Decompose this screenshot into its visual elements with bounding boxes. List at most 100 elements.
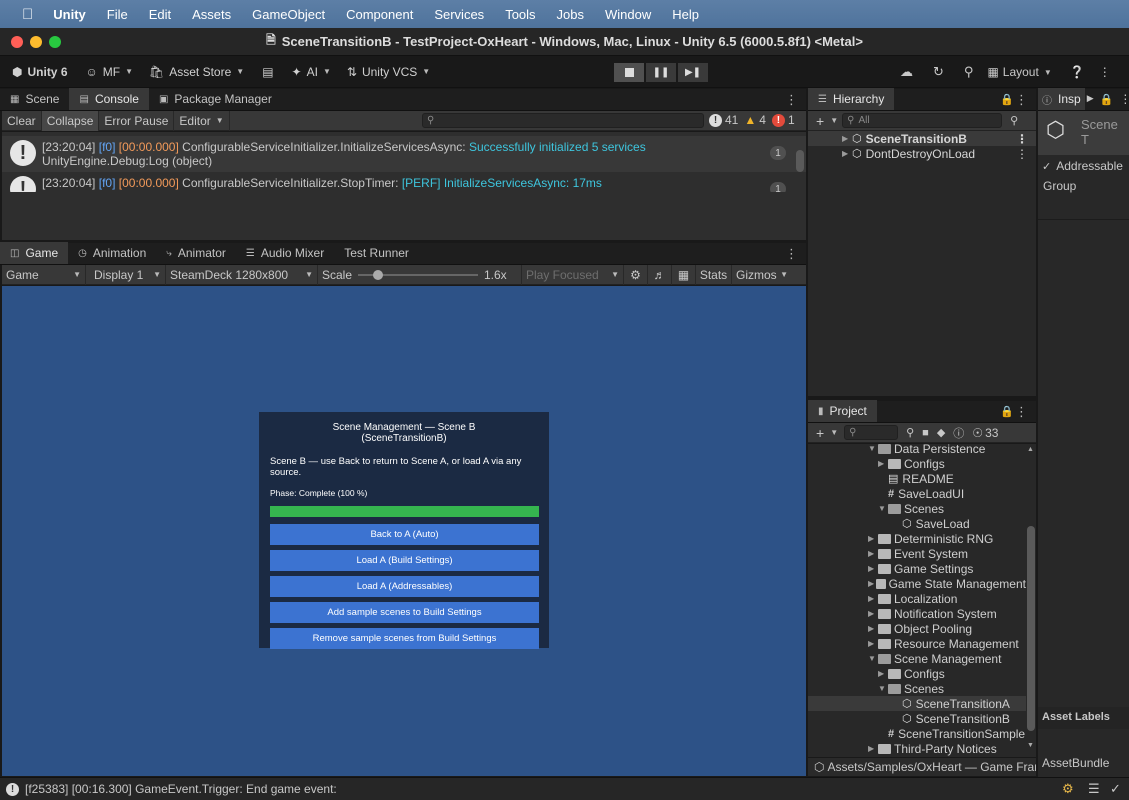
- editor-dropdown[interactable]: Editor ▼: [174, 110, 230, 131]
- project-scrollbar-thumb[interactable]: [1027, 526, 1035, 731]
- bug-icon[interactable]: ⚙: [1062, 781, 1074, 797]
- tab-test-runner[interactable]: Test Runner: [334, 242, 419, 264]
- label-tag-icon[interactable]: ◆: [937, 426, 945, 439]
- project-item[interactable]: ▶ Configs: [808, 456, 1026, 471]
- tab-animation[interactable]: ◷ Animation: [68, 242, 156, 264]
- project-item[interactable]: ▼ Scenes: [808, 501, 1026, 516]
- expand-arrow-icon[interactable]: ▶: [868, 549, 878, 558]
- expand-arrow-icon[interactable]: ▶: [842, 134, 852, 143]
- expanded-arrow-icon[interactable]: ▼: [878, 504, 888, 513]
- menu-kebab-icon[interactable]: ⋮: [1099, 65, 1111, 79]
- expand-arrow-icon[interactable]: ▶: [868, 564, 878, 573]
- stats-toggle[interactable]: Stats: [696, 264, 732, 285]
- project-item[interactable]: ⬡ SceneTransitionA: [808, 696, 1026, 711]
- expand-arrow-icon[interactable]: ▶: [868, 639, 878, 648]
- asset-store-dropdown[interactable]: 🛍 Asset Store ▼: [149, 65, 244, 79]
- warn-count-toggle[interactable]: ▲ 4: [744, 113, 766, 127]
- project-item[interactable]: # SaveLoadUI: [808, 486, 1026, 501]
- project-item[interactable]: ▶ Localization: [808, 591, 1026, 606]
- step-button[interactable]: ▶❚: [678, 63, 708, 82]
- account-dropdown[interactable]: ☺ MF ▼: [86, 65, 134, 79]
- menu-jobs[interactable]: Jobs: [557, 7, 584, 22]
- menu-edit[interactable]: Edit: [149, 7, 171, 22]
- expanded-arrow-icon[interactable]: ▼: [868, 654, 878, 663]
- error-pause-toggle[interactable]: Error Pause: [99, 110, 175, 131]
- menu-file[interactable]: File: [107, 7, 128, 22]
- project-item[interactable]: ▶ Configs: [808, 666, 1026, 681]
- splitter[interactable]: [806, 89, 808, 777]
- game-view[interactable]: Scene Management — Scene B (SceneTransit…: [2, 286, 806, 776]
- project-item[interactable]: # SceneTransitionSample: [808, 726, 1026, 741]
- zoom-window-button[interactable]: [49, 36, 61, 48]
- pause-button[interactable]: ❚❚: [646, 63, 676, 82]
- collapse-toggle[interactable]: Collapse: [41, 110, 100, 131]
- menu-window[interactable]: Window: [605, 7, 651, 22]
- cloud-icon[interactable]: ☁: [900, 64, 913, 80]
- project-item[interactable]: ▶ Resource Management: [808, 636, 1026, 651]
- scale-slider-track[interactable]: [358, 269, 478, 280]
- project-item[interactable]: ▼ Data Persistence: [808, 444, 1026, 456]
- expand-arrow-icon[interactable]: ▶: [878, 459, 888, 468]
- menu-app[interactable]: Unity: [53, 7, 86, 22]
- remove-sample-scenes-button[interactable]: Remove sample scenes from Build Settings: [270, 628, 539, 649]
- back-to-a-button[interactable]: Back to A (Auto): [270, 524, 539, 545]
- menu-tools[interactable]: Tools: [505, 7, 535, 22]
- hierarchy-search-input[interactable]: ⚲ All: [842, 113, 1003, 128]
- tab-project[interactable]: ▮ Project: [808, 400, 877, 422]
- panel-menu-icon[interactable]: ⋮: [785, 246, 798, 262]
- add-sample-scenes-button[interactable]: Add sample scenes to Build Settings: [270, 602, 539, 623]
- gizmos-dropdown[interactable]: Gizmos ▼: [732, 265, 792, 285]
- console-row[interactable]: ! [23:20:04] [f0] [00:00.000] Configurab…: [2, 172, 806, 192]
- scale-slider-thumb[interactable]: [373, 269, 384, 280]
- load-a-addressables-button[interactable]: Load A (Addressables): [270, 576, 539, 597]
- asset-labels-header[interactable]: Asset Labels: [1038, 707, 1129, 729]
- unity-version-button[interactable]: ⬢ Unity 6: [12, 65, 68, 79]
- add-icon[interactable]: +: [816, 113, 824, 129]
- tab-hierarchy[interactable]: ☰ Hierarchy: [808, 88, 895, 110]
- status-message[interactable]: [f25383] [00:16.300] GameEvent.Trigger: …: [25, 782, 337, 796]
- display-dropdown[interactable]: Display 1 ▼: [86, 264, 166, 285]
- apple-icon[interactable]: : [22, 6, 33, 23]
- package-button[interactable]: ▤: [262, 65, 273, 79]
- expand-arrow-icon[interactable]: ▶: [842, 149, 852, 158]
- tab-audio-mixer[interactable]: ☰ Audio Mixer: [236, 242, 334, 264]
- expand-arrow-icon[interactable]: ▶: [868, 744, 878, 753]
- lock-icon[interactable]: 🔒: [1000, 93, 1014, 106]
- checkmark-circle-icon[interactable]: ✓: [1110, 781, 1121, 797]
- log-count-toggle[interactable]: ! 41: [709, 113, 738, 127]
- project-item[interactable]: ▶ Notification System: [808, 606, 1026, 621]
- menu-component[interactable]: Component: [346, 7, 413, 22]
- console-row[interactable]: ! [23:20:04] [f0] [00:00.000] Configurab…: [2, 136, 806, 172]
- project-item[interactable]: ▶ Object Pooling: [808, 621, 1026, 636]
- bug-toggle[interactable]: ⚙: [624, 264, 648, 285]
- layout-dropdown[interactable]: ▦ Layout ▼: [987, 65, 1051, 79]
- mute-audio-toggle[interactable]: ♬: [648, 264, 672, 285]
- arrow-right-icon[interactable]: ▶: [1087, 93, 1094, 104]
- expand-arrow-icon[interactable]: ▶: [868, 534, 878, 543]
- close-window-button[interactable]: [11, 36, 23, 48]
- expand-arrow-icon[interactable]: ▶: [868, 579, 876, 588]
- console-scrollbar-thumb[interactable]: [796, 150, 804, 172]
- item-menu-icon[interactable]: ⋮: [1016, 132, 1028, 146]
- filter-type-icon[interactable]: ■: [922, 427, 929, 439]
- error-count-toggle[interactable]: ! 1: [771, 113, 795, 127]
- vcs-dropdown[interactable]: ⇅ Unity VCS ▼: [347, 65, 430, 79]
- addressable-toggle[interactable]: ✓ Addressable: [1042, 159, 1129, 173]
- splitter[interactable]: [1036, 89, 1038, 777]
- menu-assets[interactable]: Assets: [192, 7, 231, 22]
- console-search-input[interactable]: ⚲: [422, 113, 704, 128]
- menu-help[interactable]: Help: [672, 7, 699, 22]
- stop-button[interactable]: [614, 63, 644, 82]
- help-icon[interactable]: ❔: [1070, 65, 1085, 79]
- tab-console[interactable]: ▤ Console: [69, 88, 149, 110]
- panel-menu-icon[interactable]: ⋮: [1015, 92, 1028, 108]
- panel-menu-icon[interactable]: ⋮: [1119, 92, 1129, 106]
- search-by-type-icon[interactable]: ⚲: [906, 426, 914, 439]
- panel-menu-icon[interactable]: ⋮: [785, 92, 798, 108]
- project-item[interactable]: ▼ Scenes: [808, 681, 1026, 696]
- layers-icon[interactable]: ☰: [1088, 781, 1100, 797]
- lock-icon[interactable]: 🔒: [1100, 93, 1114, 106]
- lock-icon[interactable]: 🔒: [1000, 405, 1014, 418]
- project-item[interactable]: ▤ README: [808, 471, 1026, 486]
- panel-menu-icon[interactable]: ⋮: [1015, 404, 1028, 420]
